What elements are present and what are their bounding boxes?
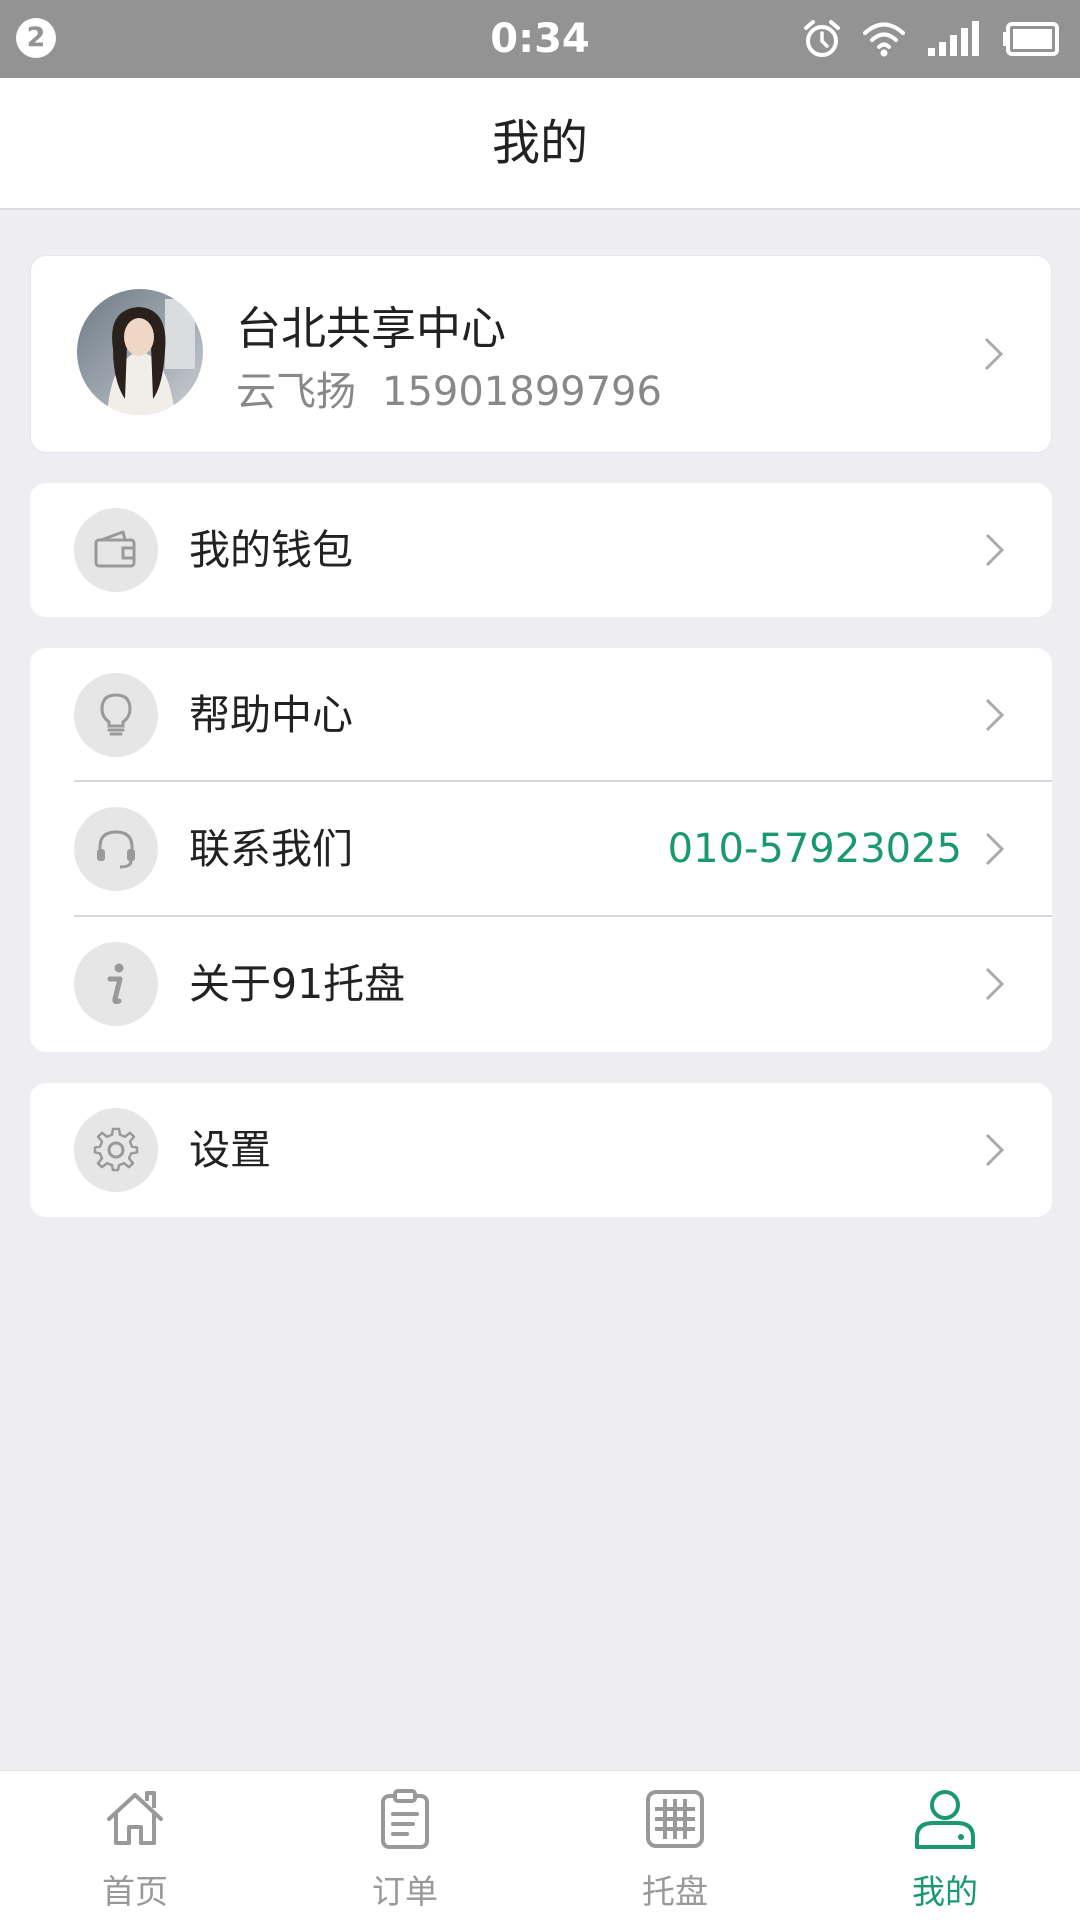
tab-label-orders: 订单 <box>372 1872 438 1911</box>
wifi-icon <box>863 22 905 57</box>
contact-phone[interactable]: 010-57923025 <box>668 782 962 916</box>
user-info: 云飞扬 15901899796 <box>236 359 662 417</box>
tab-home[interactable]: 首页 <box>0 1771 270 1920</box>
tab-label-home: 首页 <box>102 1872 168 1911</box>
user-phone: 15901899796 <box>382 369 662 415</box>
avatar <box>77 289 203 415</box>
menu-label-wallet: 我的钱包 <box>189 526 353 574</box>
tab-mine[interactable]: 我的 <box>810 1771 1080 1920</box>
page-title: 我的 <box>0 78 1080 210</box>
menu-label-settings: 设置 <box>189 1126 271 1174</box>
user-name: 云飞扬 <box>236 369 356 415</box>
status-icons <box>802 16 1060 62</box>
profile-card[interactable]: 台北共享中心 云飞扬 15901899796 <box>30 255 1052 453</box>
menu-item-settings[interactable]: 设置 <box>30 1083 1052 1217</box>
headset-icon <box>74 807 158 891</box>
gear-icon <box>74 1108 158 1192</box>
tab-label-pallet: 托盘 <box>642 1872 708 1911</box>
menu-label-about: 关于91托盘 <box>189 960 406 1008</box>
signal-icon <box>928 21 979 56</box>
tab-label-mine: 我的 <box>912 1872 978 1911</box>
wallet-icon <box>74 508 158 592</box>
user-icon <box>915 1790 975 1849</box>
tab-orders[interactable]: 订单 <box>270 1771 540 1920</box>
menu-item-contact[interactable]: 联系我们 010-57923025 <box>30 782 1052 916</box>
chevron-right-icon <box>985 533 1005 567</box>
chevron-right-icon <box>985 1133 1005 1167</box>
chevron-right-icon <box>985 832 1005 866</box>
pallet-grid-icon <box>646 1790 704 1848</box>
battery-icon <box>1003 22 1059 56</box>
menu-item-help[interactable]: 帮助中心 <box>30 648 1052 782</box>
alarm-icon <box>804 20 840 57</box>
order-clipboard-icon <box>381 1789 429 1849</box>
settings-card: 设置 <box>30 1083 1052 1217</box>
chevron-right-icon <box>985 967 1005 1001</box>
tab-pallet[interactable]: 托盘 <box>540 1771 810 1920</box>
organization-name: 台北共享中心 <box>236 302 507 355</box>
chevron-right-icon <box>985 698 1005 732</box>
lightbulb-icon <box>74 673 158 757</box>
bottom-tab-bar: 首页 订单 托盘 我的 <box>0 1770 1080 1920</box>
status-bar: 2 0:34 <box>0 0 1080 78</box>
wallet-card: 我的钱包 <box>30 483 1052 617</box>
info-card: 帮助中心 联系我们 010-57923025 关于91托盘 <box>30 648 1052 1052</box>
info-icon <box>74 942 158 1026</box>
menu-item-wallet[interactable]: 我的钱包 <box>30 483 1052 617</box>
menu-item-about[interactable]: 关于91托盘 <box>30 917 1052 1051</box>
menu-label-contact: 联系我们 <box>189 825 353 873</box>
menu-label-help: 帮助中心 <box>189 691 353 739</box>
home-icon <box>107 1791 163 1845</box>
chevron-right-icon <box>984 337 1004 371</box>
